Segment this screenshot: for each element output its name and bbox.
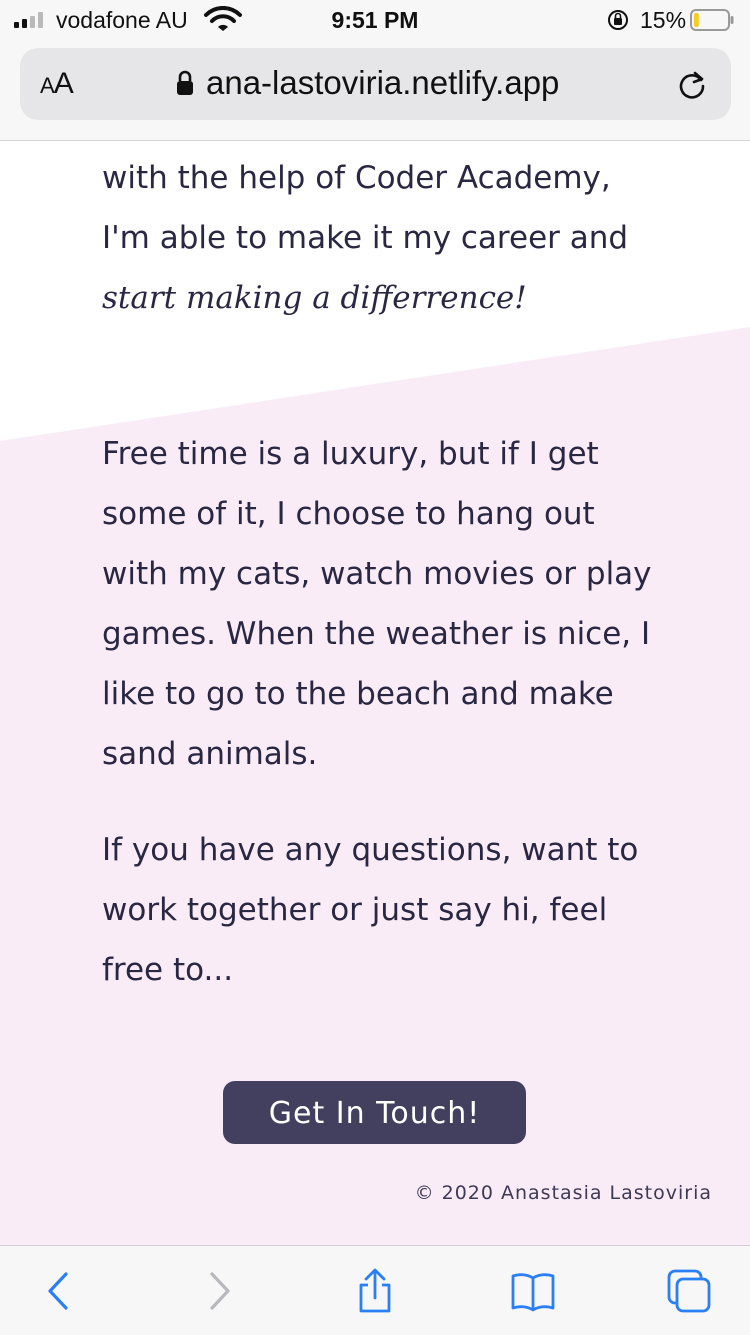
status-bar: vodafone AU 9:51 PM 15% [0, 0, 750, 40]
page-content: with the help of Coder Academy, I'm able… [0, 141, 750, 1245]
battery-icon [690, 9, 734, 31]
status-time: 9:51 PM [331, 7, 419, 33]
reload-icon[interactable] [676, 69, 708, 101]
bookmarks-icon[interactable] [510, 1268, 556, 1314]
tabs-icon[interactable] [666, 1268, 712, 1314]
lock-icon [177, 70, 193, 95]
copyright-text: © 2020 Anastasia Lastoviria [414, 1182, 712, 1204]
about-paragraph-1-text: with the help of Coder Academy, I'm able… [102, 160, 629, 256]
url-text[interactable]: ana-lastoviria.netlify.app [206, 64, 559, 102]
about-paragraph-3: If you have any questions, want to work … [102, 832, 639, 988]
about-paragraph-2: Free time is a luxury, but if I get some… [102, 436, 652, 772]
back-icon[interactable] [36, 1268, 82, 1314]
browser-toolbar [0, 1245, 750, 1335]
get-in-touch-button[interactable]: Get In Touch! [223, 1081, 526, 1144]
battery-percent: 15% [640, 7, 687, 33]
text-size-button[interactable]: AA [40, 67, 74, 101]
about-paragraph-1: with the help of Coder Academy, I'm able… [102, 148, 662, 328]
address-bar[interactable]: AA ana-lastoviria.netlify.app [20, 48, 731, 120]
forward-icon[interactable] [196, 1268, 242, 1314]
share-icon[interactable] [352, 1268, 398, 1314]
about-paragraph-1-emphasis: start making a differrence! [102, 280, 527, 316]
browser-address-area: AA ana-lastoviria.netlify.app [0, 40, 750, 141]
rotation-lock-icon [608, 10, 628, 30]
